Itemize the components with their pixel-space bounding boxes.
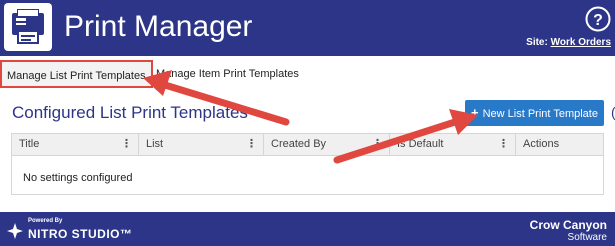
column-list-label: List: [146, 138, 164, 150]
column-header-title[interactable]: Title ⋮: [12, 134, 139, 155]
site-label: Site:: [526, 37, 548, 48]
column-title-label: Title: [19, 138, 40, 150]
plus-icon: +: [471, 105, 479, 120]
print-manager-page: Print Manager ? Site: Work Orders Manage…: [0, 0, 615, 246]
new-button-label: New List Print Template: [482, 108, 598, 120]
templates-table: Title ⋮ List ⋮ Created By ⋮ Is Default ⋮…: [11, 133, 604, 195]
app-header: Print Manager ? Site: Work Orders: [0, 0, 615, 56]
column-created-by-label: Created By: [271, 138, 327, 150]
column-header-actions: Actions: [516, 134, 603, 155]
column-header-created-by[interactable]: Created By ⋮: [264, 134, 390, 155]
tab-manage-list-print-templates[interactable]: Manage List Print Templates: [0, 60, 153, 88]
section-title: Configured List Print Templates: [12, 103, 248, 122]
svg-text:?: ?: [593, 12, 603, 29]
cut-off-icon: (: [611, 104, 615, 122]
printer-icon: [4, 3, 52, 51]
column-actions-label: Actions: [523, 138, 560, 150]
column-header-is-default[interactable]: Is Default ⋮: [390, 134, 516, 155]
column-menu-icon[interactable]: ⋮: [372, 134, 383, 155]
nitro-studio-logo: NITRO STUDIO™: [28, 227, 133, 241]
app-title: Print Manager: [64, 10, 253, 43]
column-is-default-label: Is Default: [397, 138, 444, 150]
site-indicator: Site: Work Orders: [526, 37, 611, 49]
nitro-logo-icon: [6, 222, 24, 240]
help-icon[interactable]: ?: [585, 6, 611, 32]
powered-by-label: Powered By: [28, 218, 63, 224]
crow-canyon-software-label: Software: [567, 232, 607, 243]
column-menu-icon[interactable]: ⋮: [121, 134, 132, 155]
tab-manage-item-print-templates[interactable]: Manage Item Print Templates: [156, 60, 299, 88]
empty-table-message: No settings configured: [23, 172, 133, 184]
column-menu-icon[interactable]: ⋮: [498, 134, 509, 155]
table-header: Title ⋮ List ⋮ Created By ⋮ Is Default ⋮…: [12, 134, 603, 156]
column-header-list[interactable]: List ⋮: [139, 134, 264, 155]
site-link[interactable]: Work Orders: [551, 37, 611, 48]
tab-bar: Manage List Print Templates Manage Item …: [0, 58, 615, 90]
app-footer: Powered By NITRO STUDIO™ Crow Canyon Sof…: [0, 212, 615, 246]
column-menu-icon[interactable]: ⋮: [246, 134, 257, 155]
new-list-print-template-button[interactable]: + New List Print Template: [465, 100, 604, 126]
crow-canyon-logo: Crow Canyon: [529, 218, 607, 232]
